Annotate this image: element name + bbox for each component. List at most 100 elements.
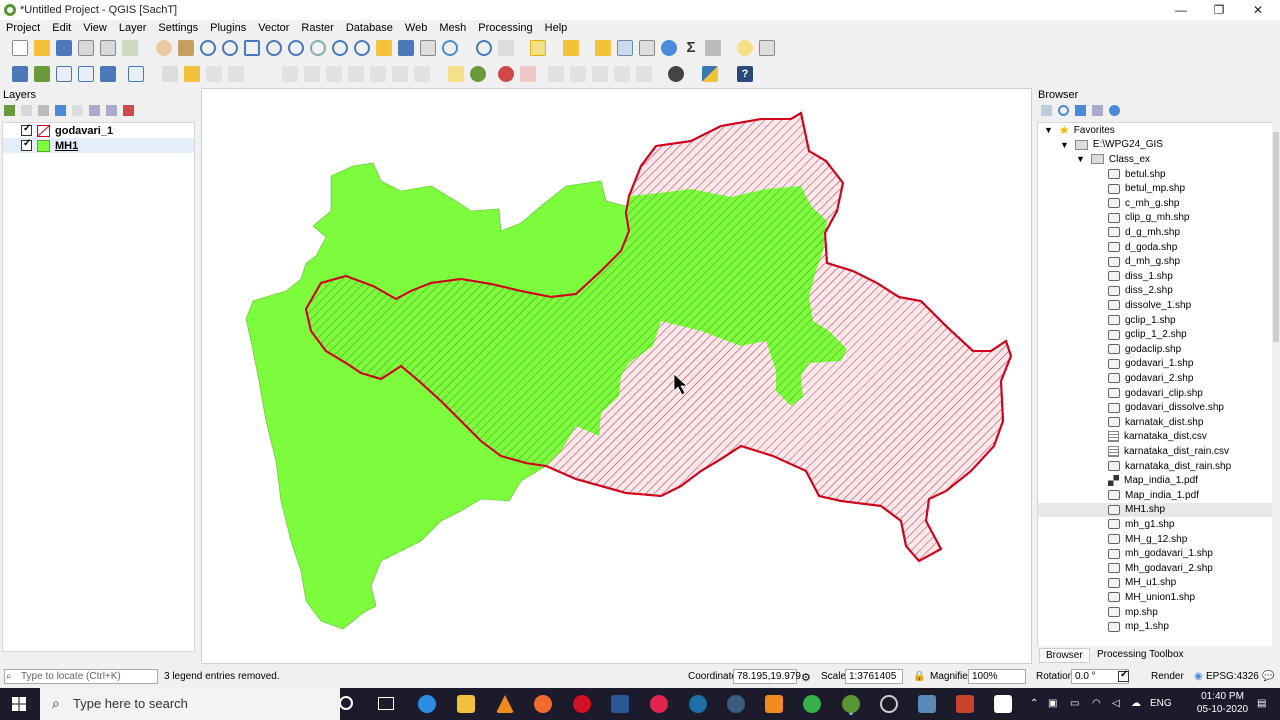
expand-all-icon[interactable] — [89, 105, 100, 116]
file-item[interactable]: d_g_mh.shp — [1108, 225, 1180, 240]
select-features-icon[interactable] — [530, 40, 546, 56]
new-map-view-icon[interactable] — [376, 40, 392, 56]
file-item[interactable]: godavari_2.shp — [1108, 371, 1193, 386]
style-manager-icon[interactable] — [122, 40, 138, 56]
virtual-layer-icon[interactable] — [128, 66, 144, 82]
cortana-icon[interactable] — [339, 696, 353, 710]
new-shapefile-icon[interactable] — [100, 66, 116, 82]
file-item[interactable]: godavari_clip.shp — [1108, 386, 1203, 401]
crs-label[interactable]: EPSG:4326 — [1206, 671, 1259, 682]
browser-scrollbar[interactable] — [1272, 122, 1280, 720]
text-annotation-icon[interactable] — [759, 40, 775, 56]
menu-vector[interactable]: Vector — [252, 22, 295, 34]
layer-row-godavari[interactable]: godavari_1 — [3, 123, 194, 138]
measure-icon[interactable] — [705, 40, 721, 56]
tab-browser[interactable]: Browser — [1039, 648, 1090, 663]
file-explorer-icon[interactable] — [457, 695, 475, 713]
tree-folder[interactable]: ▼ Class_ex — [1076, 152, 1150, 167]
file-item[interactable]: godavari_dissolve.shp — [1108, 400, 1224, 415]
collapse-browser-icon[interactable] — [1092, 105, 1103, 116]
file-item[interactable]: karnataka_dist_rain.shp — [1108, 459, 1231, 474]
show-bookmarks-icon[interactable] — [420, 40, 436, 56]
menu-database[interactable]: Database — [340, 22, 399, 34]
app-globe-icon[interactable] — [727, 695, 745, 713]
maximize-button[interactable]: ❐ — [1199, 0, 1239, 20]
file-item[interactable]: mp.shp — [1108, 605, 1158, 620]
properties-info-icon[interactable] — [1109, 105, 1120, 116]
redo-icon[interactable] — [414, 66, 430, 82]
zoom-out-icon[interactable] — [222, 40, 238, 56]
zoom-next-icon[interactable] — [354, 40, 370, 56]
plugin-globe-icon[interactable] — [668, 66, 684, 82]
file-item[interactable]: mp_1.shp — [1108, 619, 1169, 634]
file-item[interactable]: karnataka_dist.csv — [1108, 430, 1207, 445]
tray-volume-icon[interactable]: ◁ — [1112, 698, 1120, 709]
messages-icon[interactable]: 💬 — [1262, 671, 1274, 682]
new-project-icon[interactable] — [12, 40, 28, 56]
tray-chevron-icon[interactable]: ⌃ — [1030, 698, 1038, 709]
zoom-selection-icon[interactable] — [266, 40, 282, 56]
menu-layer[interactable]: Layer — [113, 22, 153, 34]
app-clock-icon[interactable] — [880, 695, 898, 713]
tray-battery-icon[interactable]: ▭ — [1070, 698, 1079, 709]
taskbar-clock[interactable]: 01:40 PM 05-10-2020 — [1195, 690, 1250, 716]
highlight-labels-icon[interactable] — [520, 66, 536, 82]
file-item[interactable]: MH_u1.shp — [1108, 576, 1176, 591]
file-item[interactable]: karnatak_dist.shp — [1108, 415, 1203, 430]
menu-project[interactable]: Project — [0, 22, 46, 34]
show-hide-labels-icon[interactable] — [614, 66, 630, 82]
close-button[interactable]: ✕ — [1238, 0, 1278, 20]
style-layer-icon[interactable] — [4, 105, 15, 116]
file-item[interactable]: MH1.shp — [1038, 502, 1273, 518]
tray-onedrive-icon[interactable]: ☁ — [1131, 698, 1141, 709]
scroll-thumb[interactable] — [1273, 132, 1279, 342]
remove-layer-icon[interactable] — [123, 105, 134, 116]
menu-edit[interactable]: Edit — [46, 22, 77, 34]
save-edits-icon[interactable] — [206, 66, 222, 82]
file-item[interactable]: d_goda.shp — [1108, 240, 1177, 255]
language-indicator[interactable]: ENG — [1150, 698, 1172, 709]
menu-processing[interactable]: Processing — [472, 22, 538, 34]
menu-raster[interactable]: Raster — [295, 22, 339, 34]
firefox-icon[interactable] — [534, 695, 552, 713]
edge-browser-icon[interactable] — [418, 695, 436, 713]
word-icon[interactable] — [611, 695, 629, 713]
add-layer-icon[interactable] — [34, 66, 50, 82]
delete-selected-icon[interactable] — [304, 66, 320, 82]
map-tips-icon[interactable] — [737, 40, 753, 56]
coordinate-field[interactable]: 78.195,19.979 — [733, 669, 801, 684]
file-item[interactable]: dissolve_1.shp — [1108, 298, 1191, 313]
powerpoint-icon[interactable] — [956, 695, 974, 713]
menu-view[interactable]: View — [77, 22, 113, 34]
vlc-icon[interactable] — [496, 695, 514, 713]
tree-drive[interactable]: ▼ E:\WPG24_GIS — [1060, 138, 1163, 153]
menu-web[interactable]: Web — [399, 22, 433, 34]
chrome-icon[interactable] — [803, 695, 821, 713]
menu-help[interactable]: Help — [539, 22, 574, 34]
file-item[interactable]: karnataka_dist_rain.csv — [1108, 444, 1229, 459]
file-item[interactable]: MH_g_12.shp — [1108, 532, 1187, 547]
layout-manager-icon[interactable] — [100, 40, 116, 56]
add-selected-icon[interactable] — [1041, 105, 1052, 116]
tab-processing-toolbox[interactable]: Processing Toolbox — [1091, 648, 1190, 661]
move-diagram-icon[interactable] — [636, 66, 652, 82]
task-view-icon[interactable] — [378, 697, 394, 710]
copy-features-icon[interactable] — [348, 66, 364, 82]
tray-wifi-icon[interactable]: ◠ — [1092, 698, 1101, 709]
new-print-layout-icon[interactable] — [78, 40, 94, 56]
expand-arrow-icon[interactable]: ▼ — [1076, 154, 1085, 164]
file-item[interactable]: betul_mp.shp — [1108, 181, 1185, 196]
new-bookmark-icon[interactable] — [398, 40, 414, 56]
filter-expression-icon[interactable] — [72, 105, 83, 116]
scale-field[interactable]: 1:3761405 — [845, 669, 903, 684]
python-console-icon[interactable] — [702, 66, 718, 82]
zoom-native-icon[interactable] — [310, 40, 326, 56]
pan-hand-icon[interactable] — [156, 40, 172, 56]
layer-visibility-checkbox[interactable] — [21, 138, 32, 151]
tray-network-icon[interactable]: ▣ — [1048, 698, 1057, 709]
add-raster-icon[interactable] — [78, 66, 94, 82]
locator-search-input[interactable]: Type to locate (Ctrl+K) — [4, 669, 158, 684]
open-project-icon[interactable] — [34, 40, 50, 56]
zoom-layer-icon[interactable] — [288, 40, 304, 56]
map-svg[interactable] — [202, 89, 1033, 665]
